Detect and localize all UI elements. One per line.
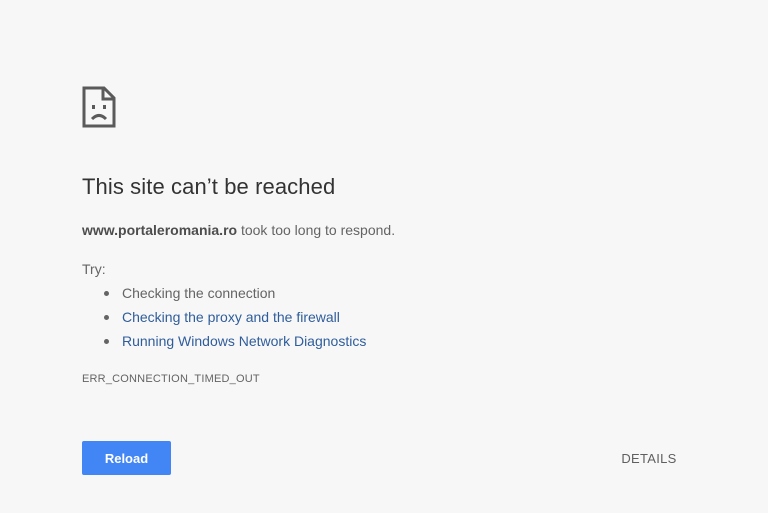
suggestion-label: Checking the connection (122, 285, 276, 301)
suggestion-network-diagnostics[interactable]: Running Windows Network Diagnostics (82, 332, 366, 356)
details-button[interactable]: DETAILS (614, 441, 684, 475)
error-summary: www.portaleromania.ro took too long to r… (82, 222, 395, 238)
bullet-icon (104, 291, 109, 296)
bullet-icon (104, 315, 109, 320)
bullet-icon (104, 339, 109, 344)
suggestion-check-connection: Checking the connection (82, 284, 366, 308)
sad-page-icon (82, 86, 116, 128)
error-code: ERR_CONNECTION_TIMED_OUT (82, 373, 260, 385)
network-diagnostics-link[interactable]: Running Windows Network Diagnostics (122, 333, 366, 349)
summary-message: took too long to respond. (237, 222, 396, 238)
error-page: This site can’t be reached www.portalero… (0, 0, 768, 513)
try-label: Try: (82, 261, 106, 277)
proxy-firewall-link[interactable]: Checking the proxy and the firewall (122, 309, 340, 325)
suggestion-check-proxy-firewall[interactable]: Checking the proxy and the firewall (82, 308, 366, 332)
reload-button[interactable]: Reload (82, 441, 171, 475)
host-name: www.portaleromania.ro (82, 222, 238, 238)
page-title: This site can’t be reached (82, 174, 336, 199)
suggestions-list: Checking the connection Checking the pro… (82, 284, 366, 356)
